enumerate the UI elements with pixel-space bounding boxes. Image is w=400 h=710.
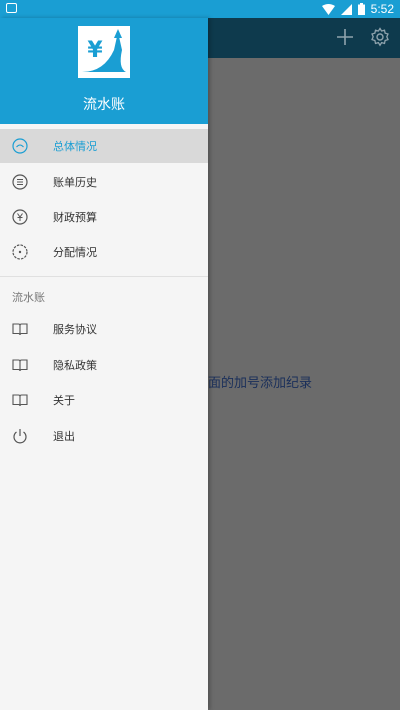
book-icon <box>12 323 28 336</box>
drawer-section-title: 流水账 <box>12 291 45 304</box>
battery-icon <box>357 3 365 15</box>
signal-icon <box>340 3 352 15</box>
app-logo-icon: ¥ <box>78 26 130 78</box>
distribution-icon <box>12 244 28 260</box>
drawer-item-distribution[interactable]: 分配情况 <box>0 235 208 269</box>
history-icon <box>12 174 28 190</box>
app-name: 流水账 <box>83 97 125 113</box>
drawer-item-exit[interactable]: 退出 <box>0 419 208 453</box>
notification-image-icon <box>6 3 17 13</box>
drawer-item-label: 总体情况 <box>53 140 97 153</box>
drawer-item-label: 退出 <box>53 430 75 443</box>
drawer-item-label: 财政预算 <box>53 211 97 224</box>
drawer-item-label: 账单历史 <box>53 176 97 189</box>
empty-hint-text: 面的加号添加纪录 <box>208 376 313 391</box>
app-bar <box>208 18 400 58</box>
logo-yen-glyph: ¥ <box>87 38 103 63</box>
power-icon <box>13 429 27 444</box>
status-bar: 5:52 <box>0 0 400 18</box>
book-icon <box>12 394 28 407</box>
status-icons: 5:52 <box>321 2 394 16</box>
plus-icon[interactable] <box>336 28 354 46</box>
drawer-header: ¥ 流水账 <box>0 18 208 124</box>
overview-icon <box>12 138 28 154</box>
navigation-drawer: ¥ 流水账 总体情况 账单历史 财政预算 分配情况 流水账 服务协议 隐私政策 … <box>0 18 208 710</box>
drawer-item-label: 服务协议 <box>53 323 97 336</box>
drawer-item-about[interactable]: 关于 <box>0 383 208 417</box>
drawer-item-bill-history[interactable]: 账单历史 <box>0 165 208 199</box>
budget-icon <box>12 209 28 225</box>
drawer-item-label: 关于 <box>53 394 75 407</box>
clock: 5:52 <box>370 2 394 16</box>
book-icon <box>12 359 28 372</box>
drawer-divider <box>0 276 208 277</box>
wifi-icon <box>321 3 335 15</box>
drawer-item-overview[interactable]: 总体情况 <box>0 129 208 163</box>
drawer-item-label: 分配情况 <box>53 246 97 259</box>
drawer-item-privacy-policy[interactable]: 隐私政策 <box>0 348 208 382</box>
drawer-item-budget[interactable]: 财政预算 <box>0 200 208 234</box>
drawer-item-label: 隐私政策 <box>53 359 97 372</box>
drawer-item-service-agreement[interactable]: 服务协议 <box>0 312 208 346</box>
gear-icon[interactable] <box>370 27 390 47</box>
